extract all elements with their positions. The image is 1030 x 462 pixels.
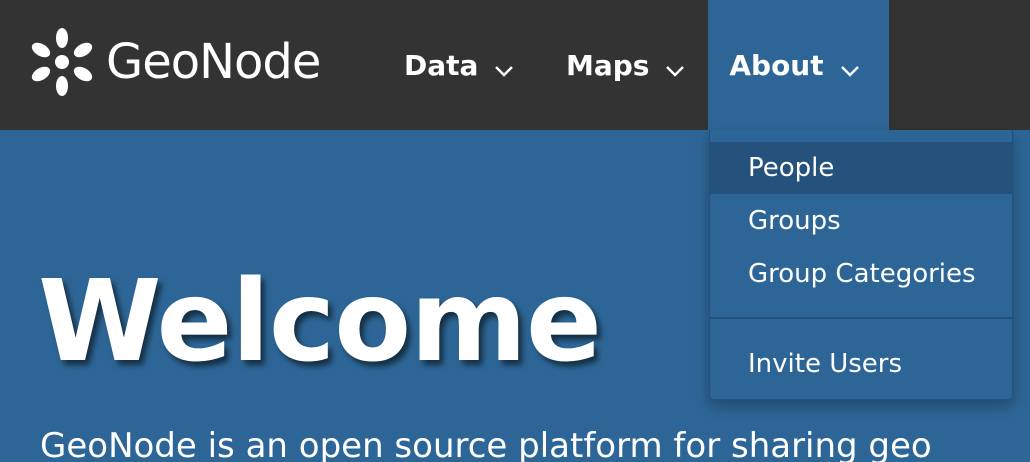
nav-about-menu[interactable]: About — [708, 0, 889, 130]
dropdown-divider — [710, 317, 1012, 319]
nav-maps-menu[interactable]: Maps — [566, 0, 685, 130]
nav-about-label: About — [729, 48, 824, 82]
dropdown-item-groups[interactable]: Groups — [710, 195, 1012, 247]
chevron-down-icon — [665, 55, 685, 77]
brand-logo-link[interactable]: GeoNode — [26, 22, 321, 102]
nav-data-menu[interactable]: Data — [404, 0, 514, 130]
nav-data-label: Data — [404, 48, 479, 82]
dropdown-item-invite-users[interactable]: Invite Users — [710, 338, 1012, 390]
about-dropdown-menu: People Groups Group Categories Invite Us… — [709, 130, 1013, 400]
dropdown-item-people[interactable]: People — [710, 142, 1012, 194]
dropdown-item-group-categories[interactable]: Group Categories — [710, 248, 1012, 300]
hero-title: Welcome — [38, 257, 602, 387]
geonode-flower-icon — [26, 26, 98, 98]
top-navbar: GeoNode Data Maps About — [0, 0, 1030, 130]
chevron-down-icon — [494, 55, 514, 77]
chevron-down-icon — [840, 55, 860, 77]
nav-maps-label: Maps — [566, 48, 650, 82]
brand-name: GeoNode — [106, 34, 321, 90]
hero-subtitle: GeoNode is an open source platform for s… — [40, 426, 932, 462]
